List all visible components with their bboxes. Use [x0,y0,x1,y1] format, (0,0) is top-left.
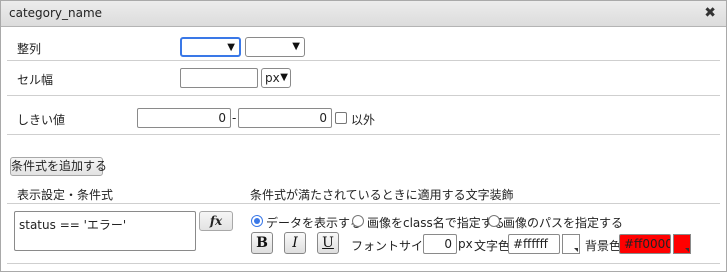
font-size-unit: px [458,237,473,251]
font-size-input[interactable]: 0 [423,234,457,254]
dialog-title: category_name [9,6,103,20]
threshold-min-input[interactable]: 0 [137,108,231,128]
dialog: category_name ✖ 整列 ▼ ▼ セル幅 px ▼ しきい値 0 -… [0,0,727,272]
cell-width-unit-select[interactable]: px ▼ [261,68,291,88]
text-color-label: 文字色 [474,239,511,253]
divider [7,95,720,96]
threshold-max-input[interactable]: 0 [238,108,332,128]
dropdown-corner-icon [685,248,689,252]
threshold-label: しきい値 [17,113,66,127]
add-condition-button[interactable]: 条件式を追加する [10,157,107,176]
sort-select-secondary[interactable]: ▼ [245,37,305,57]
cell-width-label: セル幅 [17,73,54,87]
divider [7,263,720,264]
title-bar: category_name ✖ [1,1,726,27]
radio-show-data-label: データを表示する [266,216,363,230]
divider [7,203,720,204]
dropdown-corner-icon [574,248,578,252]
except-checkbox[interactable] [335,112,347,124]
sort-label: 整列 [17,42,42,56]
radio-image-class-label: 画像をclass名で指定する [367,216,505,230]
unit-value: px [265,71,280,85]
text-color-picker[interactable] [562,234,580,254]
fx-button[interactable]: fx [199,211,233,231]
chevron-down-icon: ▼ [227,42,235,53]
condition-header-left: 表示設定・条件式 [17,188,114,202]
bg-color-label: 背景色 [585,239,622,253]
radio-image-class[interactable] [352,215,364,227]
cell-width-input[interactable] [180,68,258,88]
italic-button[interactable]: I [284,232,306,254]
chevron-down-icon: ▼ [280,72,288,83]
radio-image-path-label: 画像のパスを指定する [503,216,624,230]
condition-header-right: 条件式が満たされているときに適用する文字装飾 [250,188,514,202]
text-color-input[interactable]: #ffffff [508,234,560,254]
radio-image-path[interactable] [488,215,500,227]
divider [7,60,720,61]
bg-color-picker[interactable] [673,234,691,254]
chevron-down-icon: ▼ [292,41,300,52]
close-icon[interactable]: ✖ [704,5,716,21]
underline-button[interactable]: U [317,232,339,254]
threshold-separator: - [232,111,237,125]
bg-color-input[interactable]: #ff0000 [619,234,671,254]
bold-button[interactable]: B [251,232,273,254]
divider [7,134,720,135]
sort-select-primary[interactable]: ▼ [180,37,241,57]
radio-show-data[interactable] [251,215,263,227]
condition-expression-input[interactable]: status == 'エラー' [14,211,196,251]
except-label: 以外 [351,113,376,127]
